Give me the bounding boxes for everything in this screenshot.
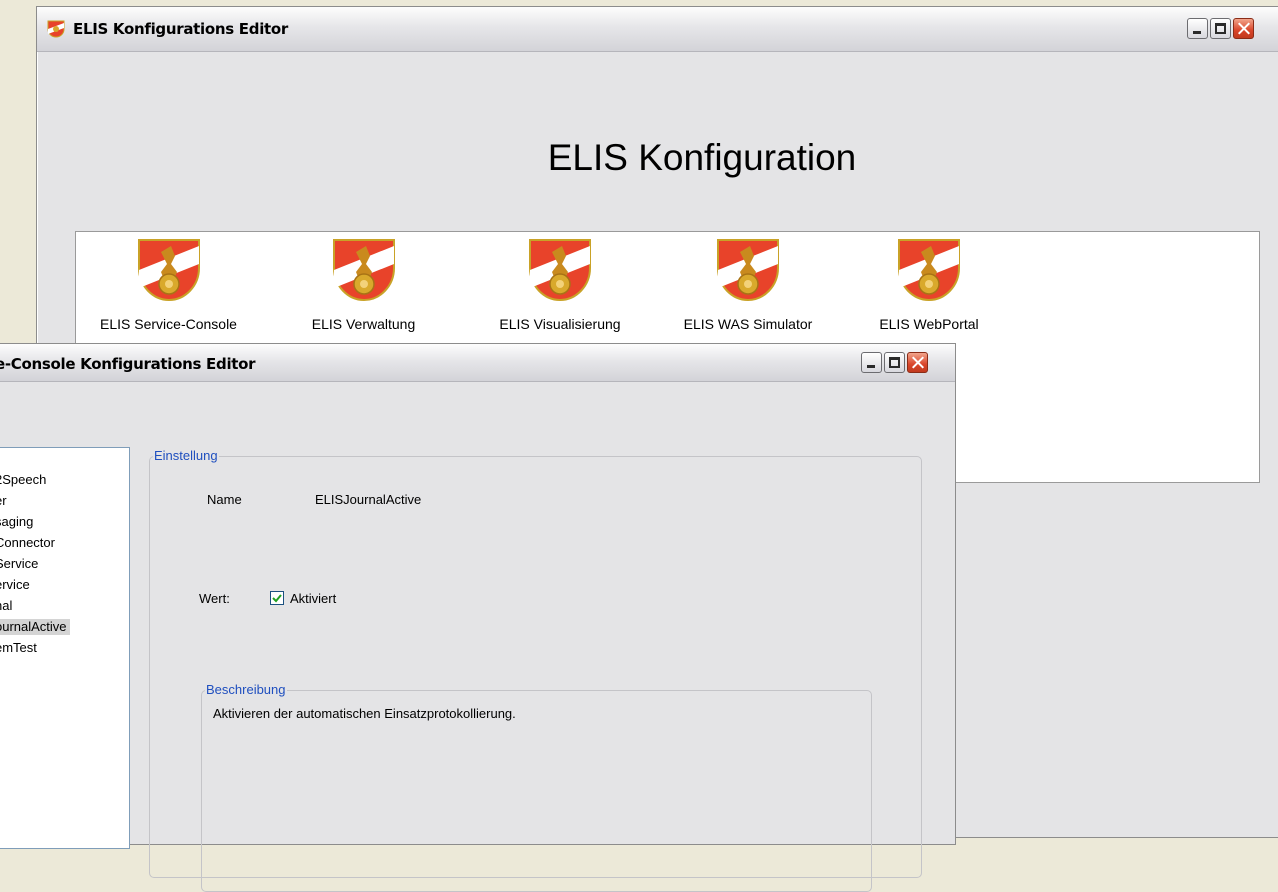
- app-item-was-simulator[interactable]: ELIS WAS Simulator: [668, 232, 828, 332]
- app-label: ELIS Visualisierung: [499, 316, 621, 332]
- close-button[interactable]: [1233, 18, 1254, 39]
- checkmark-icon: [272, 594, 282, 603]
- maximize-button[interactable]: [1210, 18, 1231, 39]
- app-item-visualisierung[interactable]: ELIS Visualisierung: [480, 232, 640, 332]
- app-item-webportal[interactable]: ELIS WebPortal: [864, 232, 994, 332]
- sub-titlebar[interactable]: e-Console Konfigurations Editor: [0, 344, 955, 382]
- tree-item[interactable]: Service: [0, 556, 38, 572]
- einstellung-group: Einstellung Name ELISJournalActive Wert:…: [149, 448, 922, 892]
- main-window-controls: [1187, 18, 1254, 39]
- app-label: ELIS Verwaltung: [311, 316, 416, 332]
- tree-item[interactable]: emTest: [0, 640, 37, 656]
- group-title: Einstellung: [153, 448, 219, 463]
- fire-brigade-shield-icon: [898, 239, 960, 302]
- beschreibung-group: Beschreibung Aktivieren der automatische…: [201, 682, 872, 892]
- value-label: Wert:: [199, 591, 230, 606]
- tree-item[interactable]: ervice: [0, 577, 30, 593]
- fire-brigade-shield-icon: [137, 239, 200, 302]
- main-titlebar[interactable]: ELIS Konfigurations Editor: [37, 7, 1278, 52]
- fire-brigade-logo-icon: [47, 20, 65, 38]
- name-label: Name: [207, 492, 242, 507]
- sub-window-title: e-Console Konfigurations Editor: [0, 355, 256, 373]
- fire-brigade-shield-icon: [332, 239, 395, 302]
- fire-brigade-shield-icon: [717, 239, 779, 302]
- app-label: ELIS WAS Simulator: [683, 316, 813, 332]
- sub-window-controls: [861, 352, 928, 373]
- group-title: Beschreibung: [205, 682, 287, 697]
- tree-item[interactable]: saging: [0, 514, 33, 530]
- fire-brigade-shield-icon: [529, 239, 591, 302]
- tree-item[interactable]: er: [0, 493, 7, 509]
- app-label: ELIS WebPortal: [879, 316, 979, 332]
- description-text: Aktivieren der automatischen Einsatzprot…: [213, 706, 516, 721]
- service-console-window: e-Console Konfigurations Editor 2Speech …: [0, 343, 956, 892]
- page-title: ELIS Konfiguration: [547, 137, 857, 178]
- main-window-title: ELIS Konfigurations Editor: [73, 20, 289, 38]
- tree-item[interactable]: nal: [0, 598, 12, 614]
- minimize-button[interactable]: [861, 352, 882, 373]
- close-button[interactable]: [907, 352, 928, 373]
- checkbox-label[interactable]: Aktiviert: [290, 591, 336, 606]
- app-item-verwaltung[interactable]: ELIS Verwaltung: [296, 232, 431, 332]
- tree-item[interactable]: 2Speech: [0, 472, 46, 488]
- tree-item-selected[interactable]: ournalActive: [0, 619, 70, 635]
- name-value: ELISJournalActive: [315, 492, 422, 507]
- app-item-service-console[interactable]: ELIS Service-Console: [81, 232, 256, 332]
- tree-item[interactable]: Connector: [0, 535, 55, 551]
- maximize-button[interactable]: [884, 352, 905, 373]
- app-label: ELIS Service-Console: [100, 316, 237, 332]
- aktiviert-checkbox[interactable]: [270, 591, 284, 605]
- minimize-button[interactable]: [1187, 18, 1208, 39]
- settings-tree[interactable]: 2Speech er saging Connector Service ervi…: [0, 447, 130, 849]
